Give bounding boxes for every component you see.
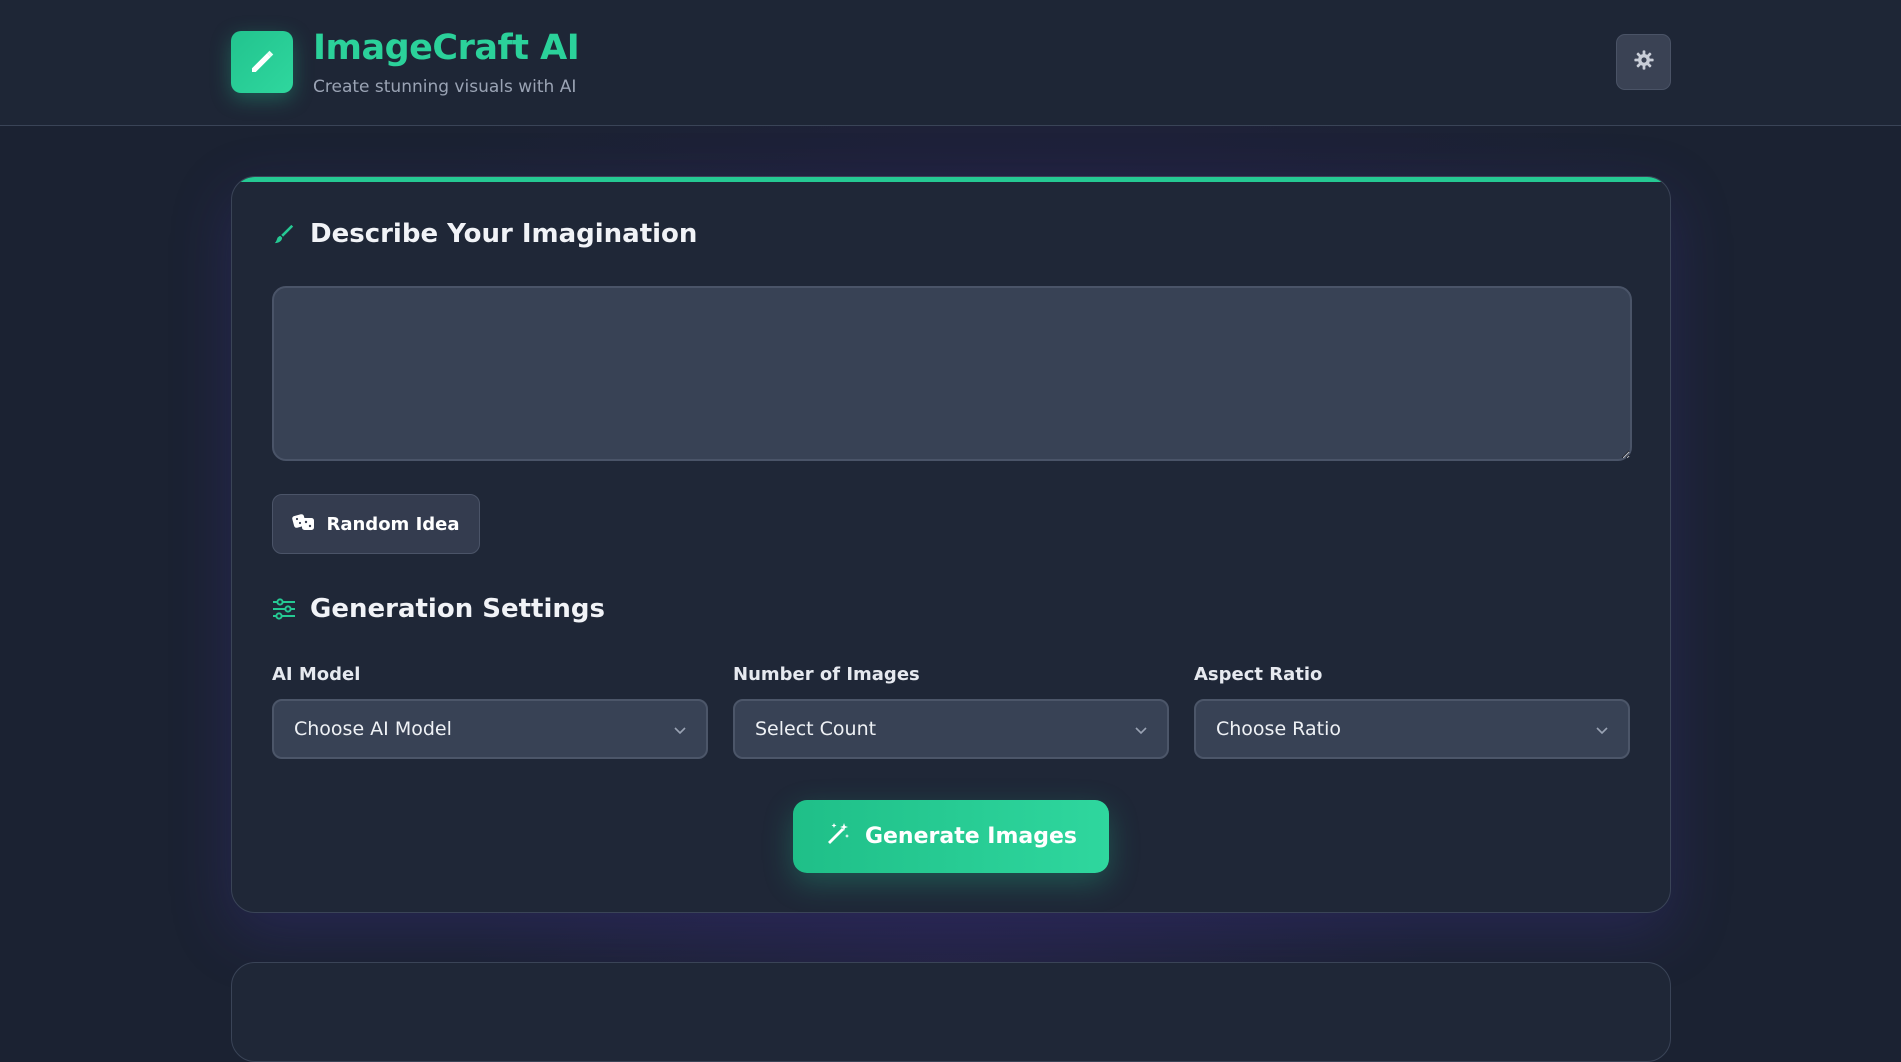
random-idea-label: Random Idea: [326, 513, 460, 535]
chevron-down-icon: [1596, 720, 1608, 739]
magic-wand-icon: [825, 821, 851, 853]
ai-model-value: Choose AI Model: [294, 718, 452, 740]
paintbrush-icon: [272, 222, 296, 246]
image-count-select[interactable]: Select Count: [733, 699, 1169, 759]
settings-button[interactable]: [1616, 34, 1671, 90]
results-card: [231, 962, 1671, 1062]
brand-title: ImageCraft AI: [313, 28, 580, 68]
generator-card: Describe Your Imagination Random Idea Ge…: [231, 176, 1671, 913]
chevron-down-icon: [674, 720, 686, 739]
brand-subtitle: Create stunning visuals with AI: [313, 77, 577, 97]
image-count-value: Select Count: [755, 718, 877, 740]
prompt-section-label: Describe Your Imagination: [310, 219, 698, 249]
app-header: ImageCraft AI Create stunning visuals wi…: [0, 0, 1901, 126]
prompt-section-title: Describe Your Imagination: [272, 219, 697, 249]
settings-section-label: Generation Settings: [310, 594, 605, 624]
gear-icon: [1633, 49, 1655, 75]
aspect-ratio-value: Choose Ratio: [1216, 718, 1341, 740]
prompt-input[interactable]: [272, 286, 1632, 461]
dice-icon: [292, 512, 316, 537]
card-accent-bar: [232, 177, 1670, 182]
generate-images-label: Generate Images: [864, 824, 1078, 849]
aspect-ratio-select[interactable]: Choose Ratio: [1194, 699, 1630, 759]
sliders-icon: [272, 597, 296, 621]
image-count-label: Number of Images: [733, 664, 920, 685]
chevron-down-icon: [1135, 720, 1147, 739]
random-idea-button[interactable]: Random Idea: [272, 494, 480, 554]
generate-images-button[interactable]: Generate Images: [793, 800, 1109, 873]
ai-model-label: AI Model: [272, 664, 361, 685]
ai-model-select[interactable]: Choose AI Model: [272, 699, 708, 759]
aspect-ratio-label: Aspect Ratio: [1194, 664, 1323, 685]
brush-icon: [231, 31, 293, 93]
settings-section-title: Generation Settings: [272, 594, 605, 624]
